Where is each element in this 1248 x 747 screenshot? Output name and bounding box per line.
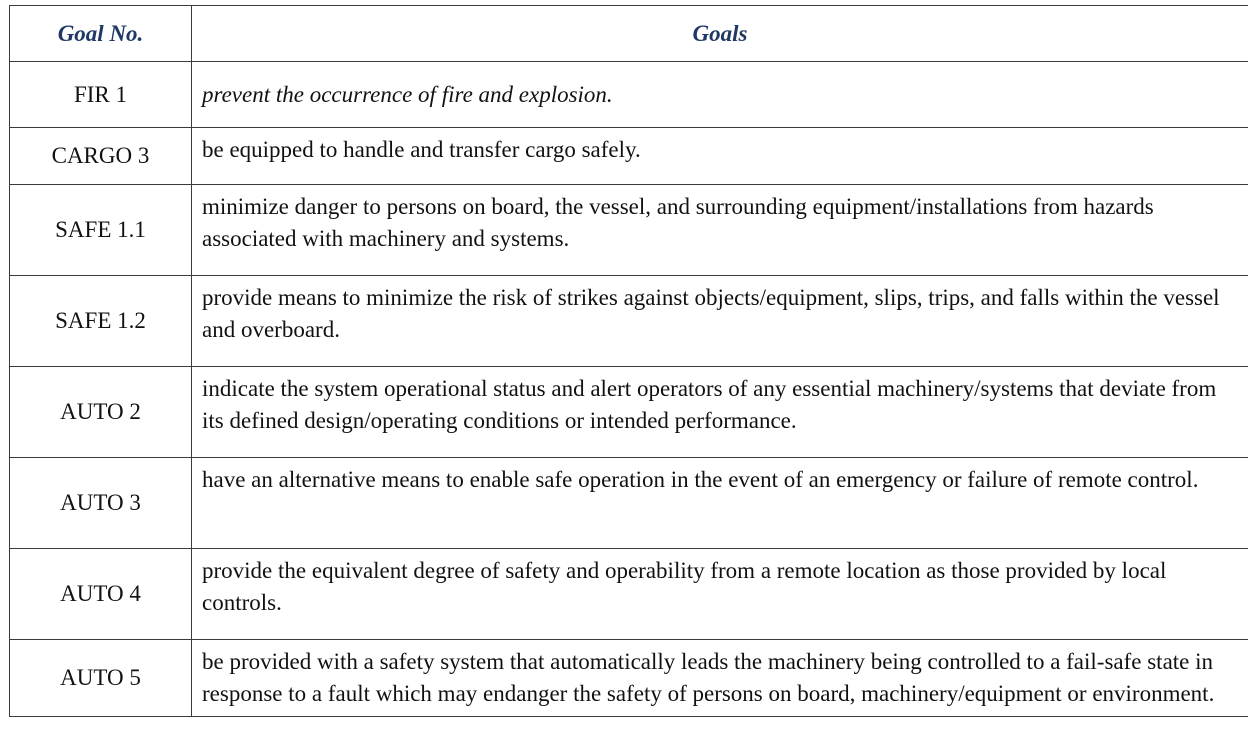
goal-text: indicate the system operational status a…	[191, 366, 1248, 458]
goal-number: AUTO 5	[9, 639, 192, 717]
goal-number: SAFE 1.1	[9, 184, 192, 276]
table-row: CARGO 3 be equipped to handle and transf…	[9, 127, 1248, 185]
header-goal-no: Goal No.	[9, 5, 192, 62]
header-goals: Goals	[191, 5, 1248, 62]
goal-number: CARGO 3	[9, 127, 192, 185]
table-row: AUTO 4 provide the equivalent degree of …	[9, 548, 1248, 640]
table-row: SAFE 1.2 provide means to minimize the r…	[9, 275, 1248, 367]
table-header-row: Goal No. Goals	[9, 5, 1248, 62]
goal-number: SAFE 1.2	[9, 275, 192, 367]
table-row: AUTO 3 have an alternative means to enab…	[9, 457, 1248, 549]
table-row: AUTO 2 indicate the system operational s…	[9, 366, 1248, 458]
goal-text: be provided with a safety system that au…	[191, 639, 1248, 717]
goal-text: prevent the occurrence of fire and explo…	[191, 61, 1248, 128]
goal-number: AUTO 2	[9, 366, 192, 458]
goal-number: AUTO 3	[9, 457, 192, 549]
goal-text: be equipped to handle and transfer cargo…	[191, 127, 1248, 185]
table-row: AUTO 5 be provided with a safety system …	[9, 639, 1248, 717]
goal-text: provide means to minimize the risk of st…	[191, 275, 1248, 367]
goal-text: minimize danger to persons on board, the…	[191, 184, 1248, 276]
table-row: FIR 1 prevent the occurrence of fire and…	[9, 61, 1248, 128]
goal-number: FIR 1	[9, 61, 192, 128]
table-row: SAFE 1.1 minimize danger to persons on b…	[9, 184, 1248, 276]
goals-table: Goal No. Goals FIR 1 prevent the occurre…	[9, 5, 1248, 717]
goal-text: provide the equivalent degree of safety …	[191, 548, 1248, 640]
goal-number: AUTO 4	[9, 548, 192, 640]
goal-text: have an alternative means to enable safe…	[191, 457, 1248, 549]
